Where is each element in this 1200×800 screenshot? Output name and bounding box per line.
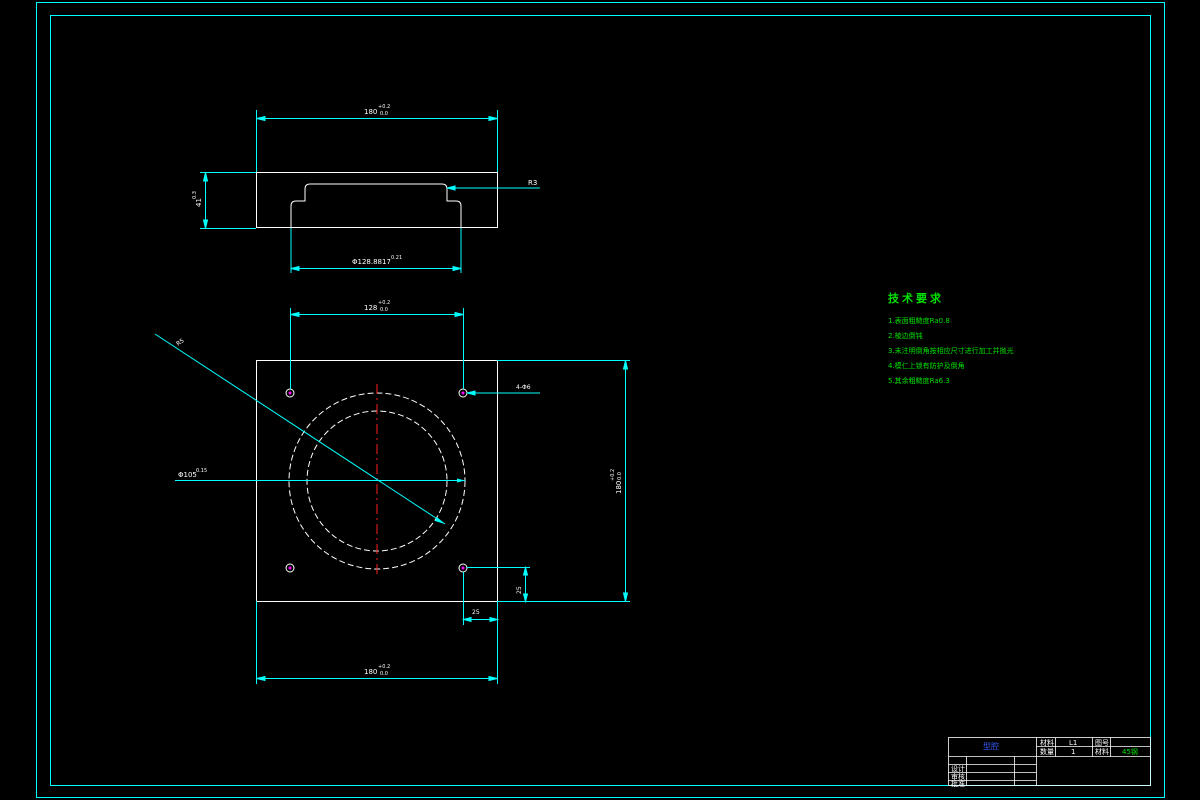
bottom-width-tol-upper: +0.2 [378,664,390,670]
bore-dimension [290,228,462,273]
leader-label: R5 [175,337,186,347]
bore-tol: 0.21 [391,255,402,261]
plan-height-tol-upper: +0.2 [610,469,616,481]
title-block-quantity: 1 [1071,748,1076,756]
tech-requirement-item: 4.模仁上锁有防护及倒角 [888,362,965,370]
drawing-frame [36,2,1165,798]
title-block-label-stock: 材料 [1095,748,1109,756]
hole-callout-label: 4-Φ6 [516,384,531,391]
title-block-label-quantity: 数量 [1040,748,1054,756]
title-block-stock: 45钢 [1122,748,1138,756]
hole-top-right-mark [461,391,465,395]
hole-spacing-value: 128 [364,304,377,312]
tech-requirements: 技术要求 1.表面粗糙度Ra0.8 2.棱边倒钝 3.未注明倒角按相应尺寸进行加… [888,290,1014,389]
edge-offset-x-dimension [461,572,500,625]
r3-leader [446,185,540,191]
hole-callout-leader [466,390,540,396]
hole-spacing-dimension [290,308,464,389]
title-block-label-approve: 批准 [951,780,965,788]
circle-dia-arrow [457,478,465,483]
tech-requirement-item: 2.棱边倒钝 [888,332,923,340]
inner-border [50,15,1151,786]
diagonal-leader [154,333,446,525]
tech-requirements-title: 技术要求 [888,292,944,305]
title-block-material-code: L1 [1069,739,1078,747]
circle-dia-tol: 0.15 [196,468,207,474]
plan-height-value: 180 [615,481,623,494]
top-width-tol-lower: 0.0 [380,111,388,117]
hole-top-left-mark [288,391,292,395]
top-width-tol-upper: +0.2 [378,104,390,110]
plan-height-tol-lower: 0.0 [617,472,623,480]
hole-spacing-tol-upper: +0.2 [378,300,390,306]
bottom-width-tol-lower: 0.0 [380,671,388,677]
outer-border [36,2,1165,798]
top-view: 180 +0.2 0.0 41 0.3 R3 Φ128.8817 0.21 [192,104,540,273]
top-height-tol: 0.3 [192,191,198,199]
top-width-dimension [256,110,498,172]
tech-requirement-item: 3.未注明倒角按相应尺寸进行加工并抛光 [888,347,1014,355]
bottom-width-value: 180 [364,668,377,676]
tech-requirement-item: 1.表面粗糙度Ra0.8 [888,317,950,325]
diagonal-leader-arrow [435,517,445,524]
title-block-label-drawing-no: 图号 [1095,739,1109,747]
r3-label: R3 [528,179,537,187]
edge-offset-x-value: 25 [472,609,480,616]
circle-dia-value: Φ105 [178,471,197,479]
hole-bottom-left-mark [288,566,292,570]
title-block-label-material: 材料 [1040,739,1054,747]
tech-requirement-item: 5.其余粗糙度Ra6.3 [888,377,950,385]
edge-offset-y-value: 25 [516,586,523,594]
top-view-pocket [290,183,462,228]
top-height-dimension [200,172,256,229]
drawing-canvas: 180 +0.2 0.0 41 0.3 R3 Φ128.8817 0.21 R5… [36,2,1165,798]
top-width-value: 180 [364,108,377,116]
edge-offset-y-dimension [467,565,530,604]
plan-view: R5 Φ105 0.15 128 +0.2 0.0 4-Φ6 180 +0.2 … [154,300,630,684]
hole-bottom-right-mark [461,566,465,570]
title-block-part-name: 型腔 [983,742,999,751]
bore-value: Φ128.8817 [352,258,391,266]
hole-spacing-tol-lower: 0.0 [380,307,388,313]
